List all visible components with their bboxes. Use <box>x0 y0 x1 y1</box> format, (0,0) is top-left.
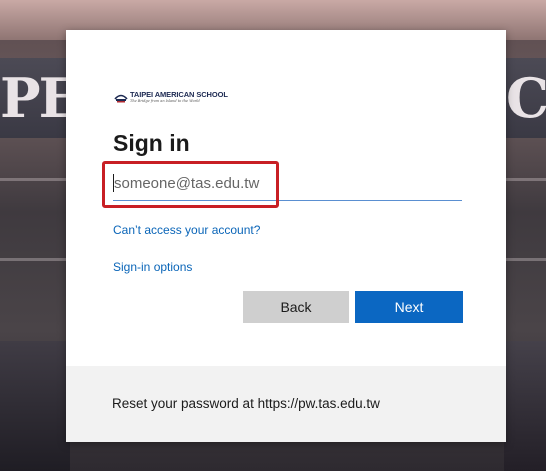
background-crowd-left <box>0 341 70 471</box>
school-logo-icon <box>114 94 128 103</box>
text-caret <box>113 174 114 192</box>
cant-access-account-link[interactable]: Can’t access your account? <box>113 223 260 237</box>
logo-name: TAIPEI AMERICAN SCHOOL <box>130 90 228 99</box>
email-field[interactable] <box>113 166 462 201</box>
next-button[interactable]: Next <box>355 291 463 323</box>
dialog-footer: Reset your password at https://pw.tas.ed… <box>66 366 506 442</box>
background-sign-left: PE <box>0 58 70 138</box>
reset-password-text: Reset your password at https://pw.tas.ed… <box>112 396 380 411</box>
sign-in-dialog: TAIPEI AMERICAN SCHOOL The Bridge from a… <box>66 30 506 442</box>
background-crowd-right <box>504 341 546 471</box>
background-sign-right: C <box>504 58 546 138</box>
logo-tagline: The Bridge from an Island to the World <box>130 98 200 103</box>
school-logo: TAIPEI AMERICAN SCHOOL The Bridge from a… <box>114 87 234 107</box>
back-button[interactable]: Back <box>243 291 349 323</box>
page-title: Sign in <box>113 130 190 156</box>
sign-in-options-link[interactable]: Sign-in options <box>113 260 192 274</box>
